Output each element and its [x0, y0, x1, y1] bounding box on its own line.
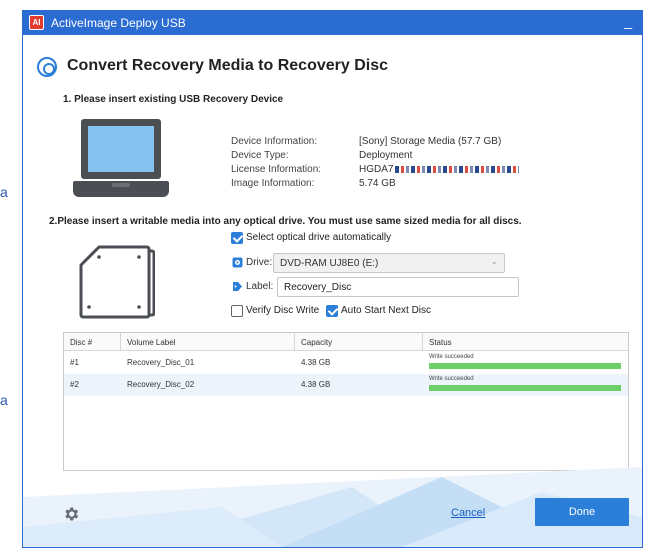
verify-disc-write-checkbox[interactable]: [231, 305, 243, 317]
app-logo-icon: AI: [29, 15, 44, 30]
device-info-label: Device Information:: [231, 136, 318, 147]
device-type-value: Deployment: [359, 150, 413, 161]
status-text: Write succeeded: [429, 354, 474, 360]
image-info-label: Image Information:: [231, 178, 315, 189]
step2-title: 2.Please insert a writable media into an…: [49, 216, 522, 227]
device-info-value: [Sony] Storage Media (57.7 GB): [359, 136, 502, 147]
tag-icon: [233, 282, 242, 291]
drive-icon: [232, 257, 243, 268]
column-header-volume-label[interactable]: Volume Label: [121, 333, 295, 351]
background-edge-text: a: [0, 392, 8, 408]
auto-select-drive-checkbox[interactable]: [231, 232, 243, 244]
laptop-icon: [73, 119, 169, 201]
optical-drive-icon: [79, 245, 155, 319]
license-info-value: HGDA7: [359, 164, 394, 175]
disc-table: Disc # Volume Label Capacity Status #1 R…: [63, 332, 629, 471]
drive-label: Drive:: [246, 257, 273, 268]
minimize-button[interactable]: _: [624, 13, 632, 29]
drive-select-value: DVD-RAM UJ8E0 (E:): [280, 258, 379, 269]
capacity: 4.38 GB: [301, 358, 331, 367]
table-row[interactable]: #1 Recovery_Disc_01 4.38 GB Write succee…: [64, 352, 628, 374]
column-header-capacity[interactable]: Capacity: [295, 333, 423, 351]
device-type-label: Device Type:: [231, 150, 289, 161]
column-header-status[interactable]: Status: [423, 333, 630, 351]
window-title: ActiveImage Deploy USB: [51, 16, 186, 30]
progress-bar: [429, 363, 621, 369]
license-info-value-wrap: HGDA7: [359, 164, 520, 175]
capacity: 4.38 GB: [301, 380, 331, 389]
disc-number: #1: [70, 358, 79, 367]
redacted-license-key: [395, 165, 520, 173]
verify-disc-write-label: Verify Disc Write: [246, 305, 320, 316]
progress-fill: [429, 363, 621, 369]
drive-select[interactable]: DVD-RAM UJ8E0 (E:) ⌄: [273, 253, 505, 273]
title-bar: AI ActiveImage Deploy USB _: [23, 11, 642, 35]
background-edge-text: a: [0, 184, 8, 200]
gear-icon[interactable]: [62, 505, 80, 523]
disc-number: #2: [70, 380, 79, 389]
license-info-label: License Information:: [231, 164, 322, 175]
page-title: Convert Recovery Media to Recovery Disc: [67, 57, 389, 74]
done-button[interactable]: Done: [535, 498, 629, 526]
status-text: Write succeeded: [429, 376, 474, 382]
chevron-down-icon: ⌄: [490, 256, 498, 266]
progress-fill: [429, 385, 621, 391]
disc-label-label: Label:: [246, 281, 274, 292]
image-info-value: 5.74 GB: [359, 178, 396, 189]
disc-label-input[interactable]: [277, 277, 519, 297]
step1-title: 1. Please insert existing USB Recovery D…: [63, 94, 284, 105]
column-header-disc[interactable]: Disc #: [64, 333, 121, 351]
cancel-link[interactable]: Cancel: [451, 507, 485, 519]
table-header: Disc # Volume Label Capacity Status: [64, 333, 628, 351]
volume-label: Recovery_Disc_01: [127, 358, 195, 367]
progress-bar: [429, 385, 621, 391]
app-window: AI ActiveImage Deploy USB _ Convert Reco…: [22, 10, 643, 548]
auto-start-next-disc-label: Auto Start Next Disc: [341, 305, 432, 316]
disc-icon: [37, 57, 57, 77]
volume-label: Recovery_Disc_02: [127, 380, 195, 389]
auto-select-drive-label: Select optical drive automatically: [246, 232, 392, 243]
table-row[interactable]: #2 Recovery_Disc_02 4.38 GB Write succee…: [64, 374, 628, 396]
auto-start-next-disc-checkbox[interactable]: [326, 305, 338, 317]
